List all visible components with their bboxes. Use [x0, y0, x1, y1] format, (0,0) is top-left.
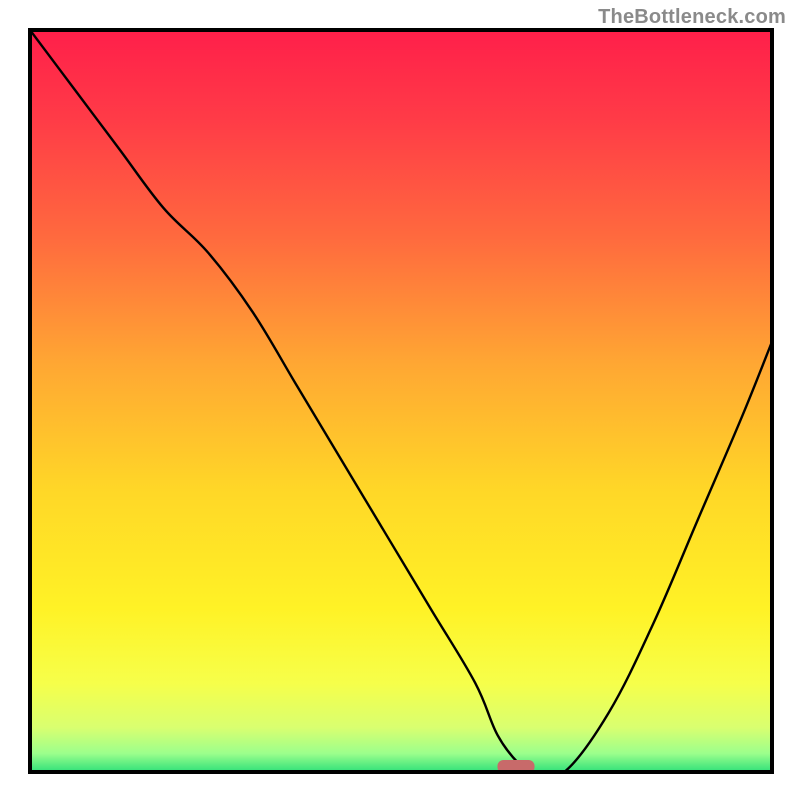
chart-stage: TheBottleneck.com [0, 0, 800, 800]
bottleneck-chart [0, 0, 800, 800]
gradient-background [30, 30, 772, 772]
watermark-label: TheBottleneck.com [598, 6, 786, 29]
